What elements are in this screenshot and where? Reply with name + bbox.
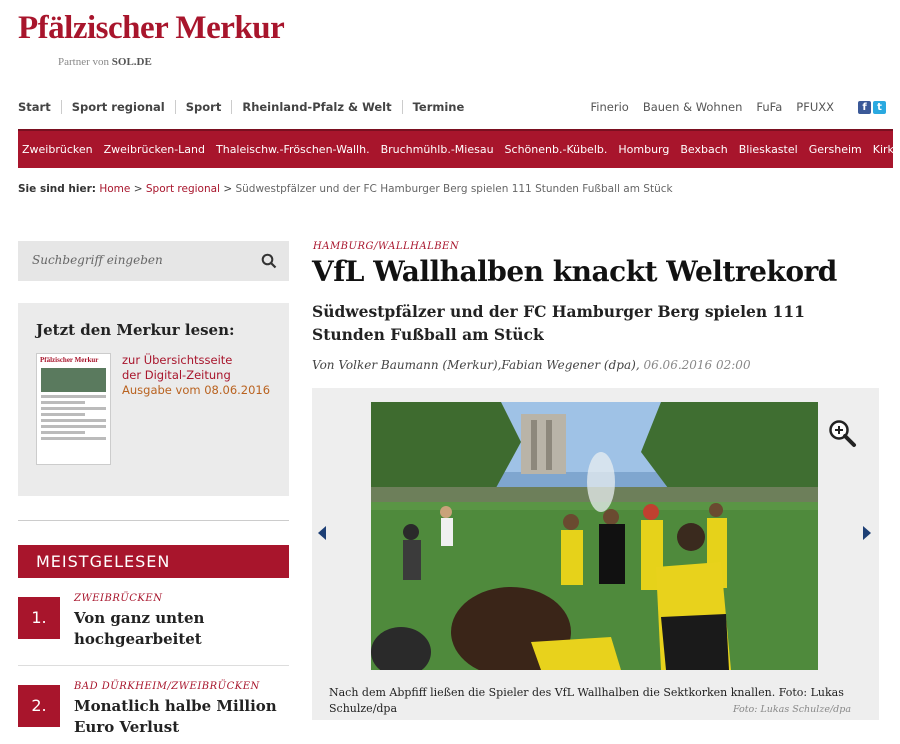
rank-number: 2.: [18, 685, 60, 727]
article-date: 06.06.2016 02:00: [643, 358, 751, 372]
breadcrumb: Sie sind hier: Home > Sport regional > S…: [18, 183, 673, 195]
divider: [18, 520, 289, 521]
facebook-icon[interactable]: f: [858, 100, 871, 114]
photo-credit: Foto: Lukas Schulze/dpa: [732, 704, 851, 715]
partner-brand-link[interactable]: SOL.DE: [112, 56, 152, 68]
rank-number: 1.: [18, 597, 60, 639]
gallery-prev-icon[interactable]: [318, 526, 326, 540]
thumbnail-line: [41, 425, 106, 428]
nav-pfuxx[interactable]: PFUXX: [782, 100, 834, 114]
region-schoenenberg[interactable]: Schönenb.-Kübelb.: [505, 143, 608, 156]
thumbnail-line: [41, 413, 85, 416]
epaper-title: Jetzt den Merkur lesen:: [36, 321, 235, 339]
article-photo[interactable]: [371, 402, 818, 670]
nav-start[interactable]: Start: [18, 100, 61, 114]
breadcrumb-separator: >: [133, 183, 143, 195]
nav-termine[interactable]: Termine: [401, 100, 475, 114]
twitter-icon[interactable]: t: [873, 100, 886, 114]
region-thaleischweiler[interactable]: Thaleischw.-Fröschen-Wallh.: [216, 143, 370, 156]
thumbnail-line: [41, 395, 106, 398]
epaper-box: Jetzt den Merkur lesen: Pfälzischer Merk…: [18, 303, 289, 496]
region-navigation: Zweibrücken Zweibrücken-Land Thaleischw.…: [18, 129, 900, 168]
main-nav: Start Sport regional Sport Rheinland-Pfa…: [18, 100, 474, 114]
image-gallery: Nach dem Abpfiff ließen die Spieler des …: [312, 388, 879, 720]
article-byline: Von Volker Baumann (Merkur),Fabian Wegen…: [312, 358, 751, 372]
nav-finerio[interactable]: Finerio: [577, 100, 629, 114]
epaper-digital-link[interactable]: der Digital-Zeitung: [122, 368, 270, 383]
item-title[interactable]: Von ganz unten hochgearbeitet: [74, 608, 284, 650]
epaper-links: zur Übersichtsseite der Digital-Zeitung …: [122, 353, 270, 398]
site-logo[interactable]: Pfälzischer Merkur: [18, 10, 285, 47]
nav-fufa[interactable]: FuFa: [742, 100, 782, 114]
thumbnail-line: [41, 419, 106, 422]
thumbnail-line: [41, 431, 85, 434]
gallery-next-icon[interactable]: [863, 526, 871, 540]
region-bexbach[interactable]: Bexbach: [680, 143, 727, 156]
search-icon[interactable]: [261, 253, 277, 269]
breadcrumb-current: Südwestpfälzer und der FC Hamburger Berg…: [235, 183, 673, 195]
breadcrumb-section[interactable]: Sport regional: [146, 183, 220, 195]
epaper-issue-date[interactable]: Ausgabe vom 08.06.2016: [122, 383, 270, 398]
article-kicker: HAMBURG/WALLHALBEN: [313, 241, 460, 252]
region-homburg[interactable]: Homburg: [618, 143, 669, 156]
item-category: BAD DÜRKHEIM/ZWEIBRÜCKEN: [74, 681, 260, 692]
epaper-overview-link[interactable]: zur Übersichtsseite: [122, 353, 270, 368]
region-zweibruecken[interactable]: Zweibrücken: [22, 143, 93, 156]
nav-bauen-wohnen[interactable]: Bauen & Wohnen: [629, 100, 743, 114]
breadcrumb-separator: >: [223, 183, 233, 195]
region-gersheim[interactable]: Gersheim: [809, 143, 862, 156]
epaper-thumbnail[interactable]: Pfälzischer Merkur: [36, 353, 111, 465]
nav-sport-regional[interactable]: Sport regional: [60, 100, 175, 114]
region-kirkel[interactable]: Kirkel: [873, 143, 900, 156]
breadcrumb-home[interactable]: Home: [99, 183, 130, 195]
byline-authors: Von Volker Baumann (Merkur),Fabian Wegen…: [312, 358, 640, 372]
divider: [18, 665, 289, 666]
top-navigation: Start Sport regional Sport Rheinland-Pfa…: [18, 100, 886, 118]
partner-line: Partner von SOL.DE: [58, 56, 152, 68]
article-subhead: Südwestpfälzer und der FC Hamburger Berg…: [312, 302, 805, 344]
thumbnail-line: [41, 401, 85, 404]
search-input[interactable]: Suchbegriff eingeben: [32, 253, 163, 267]
nav-rheinland-pfalz-welt[interactable]: Rheinland-Pfalz & Welt: [231, 100, 401, 114]
thumbnail-masthead: Pfälzischer Merkur: [40, 356, 99, 364]
nav-sport[interactable]: Sport: [174, 100, 232, 114]
thumbnail-photo: [41, 368, 106, 392]
region-zweibruecken-land[interactable]: Zweibrücken-Land: [104, 143, 205, 156]
article-headline: VfL Wallhalben knackt Weltrekord: [312, 255, 837, 288]
social-links: f t: [844, 100, 886, 114]
region-blieskastel[interactable]: Blieskastel: [739, 143, 798, 156]
region-bruchmuehlbach[interactable]: Bruchmühlb.-Miesau: [381, 143, 494, 156]
item-title[interactable]: Monatlich halbe Million Euro Verlust: [74, 696, 284, 738]
secondary-nav: Finerio Bauen & Wohnen FuFa PFUXX f t: [577, 100, 886, 114]
breadcrumb-label: Sie sind hier:: [18, 183, 97, 195]
meistgelesen-header: MEISTGELESEN: [18, 545, 289, 578]
partner-prefix: Partner von: [58, 56, 110, 68]
zoom-icon[interactable]: [827, 418, 857, 448]
search-box[interactable]: Suchbegriff eingeben: [18, 241, 289, 281]
thumbnail-line: [41, 437, 106, 440]
thumbnail-line: [41, 407, 106, 410]
item-category: ZWEIBRÜCKEN: [74, 593, 163, 604]
